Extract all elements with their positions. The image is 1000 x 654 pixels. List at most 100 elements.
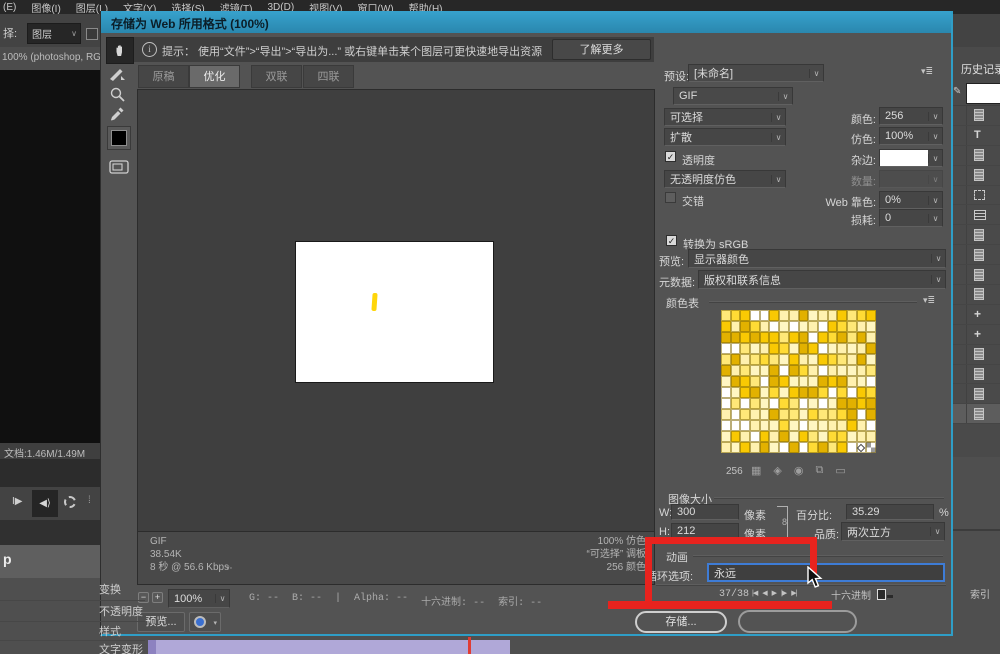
tab-2[interactable]: 优化 [189, 65, 240, 88]
color-swatch[interactable] [857, 398, 867, 409]
color-swatch[interactable] [799, 310, 809, 321]
color-swatch[interactable] [818, 398, 828, 409]
cube-icon[interactable]: ◈ [773, 464, 781, 477]
color-swatch[interactable] [769, 332, 779, 343]
lossy-dropdown[interactable]: 0∨ [879, 209, 943, 227]
color-swatch[interactable] [779, 442, 789, 453]
history-state-row[interactable]: T [952, 126, 1000, 146]
timeline-track[interactable] [148, 640, 510, 654]
color-swatch[interactable] [847, 365, 857, 376]
image-viewport[interactable] [138, 90, 654, 532]
color-swatch[interactable] [769, 420, 779, 431]
color-swatch[interactable] [818, 420, 828, 431]
color-swatch[interactable] [837, 332, 847, 343]
color-swatch[interactable] [769, 387, 779, 398]
color-swatch[interactable] [731, 431, 741, 442]
color-swatch[interactable] [750, 409, 760, 420]
color-swatch[interactable] [750, 332, 760, 343]
color-swatch[interactable] [847, 321, 857, 332]
color-swatch[interactable] [799, 332, 809, 343]
color-swatch[interactable] [740, 365, 750, 376]
color-swatch[interactable] [789, 376, 799, 387]
history-state-row[interactable] [952, 365, 1000, 385]
color-swatch[interactable] [779, 431, 789, 442]
history-state-row[interactable] [952, 166, 1000, 186]
color-swatch[interactable] [857, 321, 867, 332]
color-swatch[interactable] [857, 376, 867, 387]
interlace-checkbox[interactable] [665, 192, 676, 203]
color-swatch[interactable] [731, 398, 741, 409]
color-swatch[interactable] [789, 321, 799, 332]
color-swatch[interactable] [847, 310, 857, 321]
color-swatch[interactable] [779, 365, 789, 376]
color-swatch[interactable] [857, 354, 867, 365]
history-state-row[interactable] [952, 245, 1000, 265]
color-swatch[interactable] [740, 387, 750, 398]
color-swatch[interactable] [866, 398, 876, 409]
color-swatch[interactable] [760, 442, 770, 453]
color-swatch[interactable] [857, 332, 867, 343]
metadata-dropdown[interactable]: 版权和联系信息∨ [698, 270, 946, 289]
color-swatch[interactable] [750, 321, 760, 332]
color-swatch[interactable] [769, 354, 779, 365]
color-swatch[interactable] [779, 387, 789, 398]
frame-step-button[interactable]: |▶ [781, 589, 786, 597]
color-swatch[interactable] [779, 376, 789, 387]
color-swatch[interactable] [847, 343, 857, 354]
menu-item[interactable]: 图像(I) [31, 0, 60, 15]
color-swatch[interactable] [760, 431, 770, 442]
color-swatch[interactable] [857, 365, 867, 376]
color-swatch[interactable] [779, 321, 789, 332]
color-swatch[interactable] [740, 332, 750, 343]
color-swatch[interactable] [750, 343, 760, 354]
color-swatch[interactable] [760, 420, 770, 431]
color-swatch[interactable] [808, 321, 818, 332]
color-swatch[interactable] [789, 409, 799, 420]
color-swatch[interactable] [789, 332, 799, 343]
color-swatch[interactable] [769, 431, 779, 442]
color-swatch[interactable] [866, 431, 876, 442]
color-swatch[interactable] [818, 442, 828, 453]
color-swatch[interactable] [847, 387, 857, 398]
color-swatch[interactable] [731, 442, 741, 453]
color-swatch[interactable] [740, 321, 750, 332]
history-state-row[interactable] [952, 345, 1000, 365]
color-swatch[interactable] [799, 321, 809, 332]
color-swatch[interactable] [808, 343, 818, 354]
color-swatch[interactable] [866, 420, 876, 431]
color-swatch[interactable] [740, 343, 750, 354]
frame-step-button[interactable]: ▶| [791, 589, 796, 597]
properties-item[interactable]: 文字变形 [0, 641, 145, 654]
color-swatch[interactable] [808, 409, 818, 420]
matte-color-swatch[interactable] [107, 126, 131, 150]
color-swatch[interactable] [828, 387, 838, 398]
color-swatch[interactable] [828, 420, 838, 431]
color-swatch[interactable] [808, 354, 818, 365]
history-state-row[interactable] [952, 404, 1000, 424]
gear-icon[interactable] [64, 496, 76, 508]
color-swatch[interactable] [779, 354, 789, 365]
matte-dropdown[interactable]: ∨ [879, 149, 943, 167]
color-swatch[interactable] [808, 387, 818, 398]
color-swatch[interactable] [828, 332, 838, 343]
color-swatch[interactable] [721, 409, 731, 420]
color-swatch[interactable] [828, 310, 838, 321]
color-swatch[interactable] [837, 409, 847, 420]
frame-step-button[interactable]: ◀ [762, 589, 766, 597]
tab-3[interactable]: 双联 [251, 65, 302, 88]
color-swatch[interactable] [857, 409, 867, 420]
color-swatch[interactable] [866, 409, 876, 420]
color-swatch[interactable] [808, 431, 818, 442]
color-swatch[interactable] [837, 365, 847, 376]
color-swatch[interactable] [779, 310, 789, 321]
color-swatch[interactable] [866, 332, 876, 343]
tab-1[interactable]: 原稿 [138, 65, 189, 88]
color-swatch[interactable] [837, 343, 847, 354]
color-swatch[interactable] [750, 365, 760, 376]
color-swatch[interactable] [731, 376, 741, 387]
dither-method-dropdown[interactable]: 扩散∨ [664, 128, 786, 146]
document-tab[interactable]: 100% (photoshop, RGB [0, 47, 110, 70]
preview-dropdown[interactable]: 显示器颜色∨ [688, 249, 946, 268]
history-snapshot-row[interactable]: ✎ [952, 83, 1000, 106]
color-swatch[interactable] [721, 365, 731, 376]
